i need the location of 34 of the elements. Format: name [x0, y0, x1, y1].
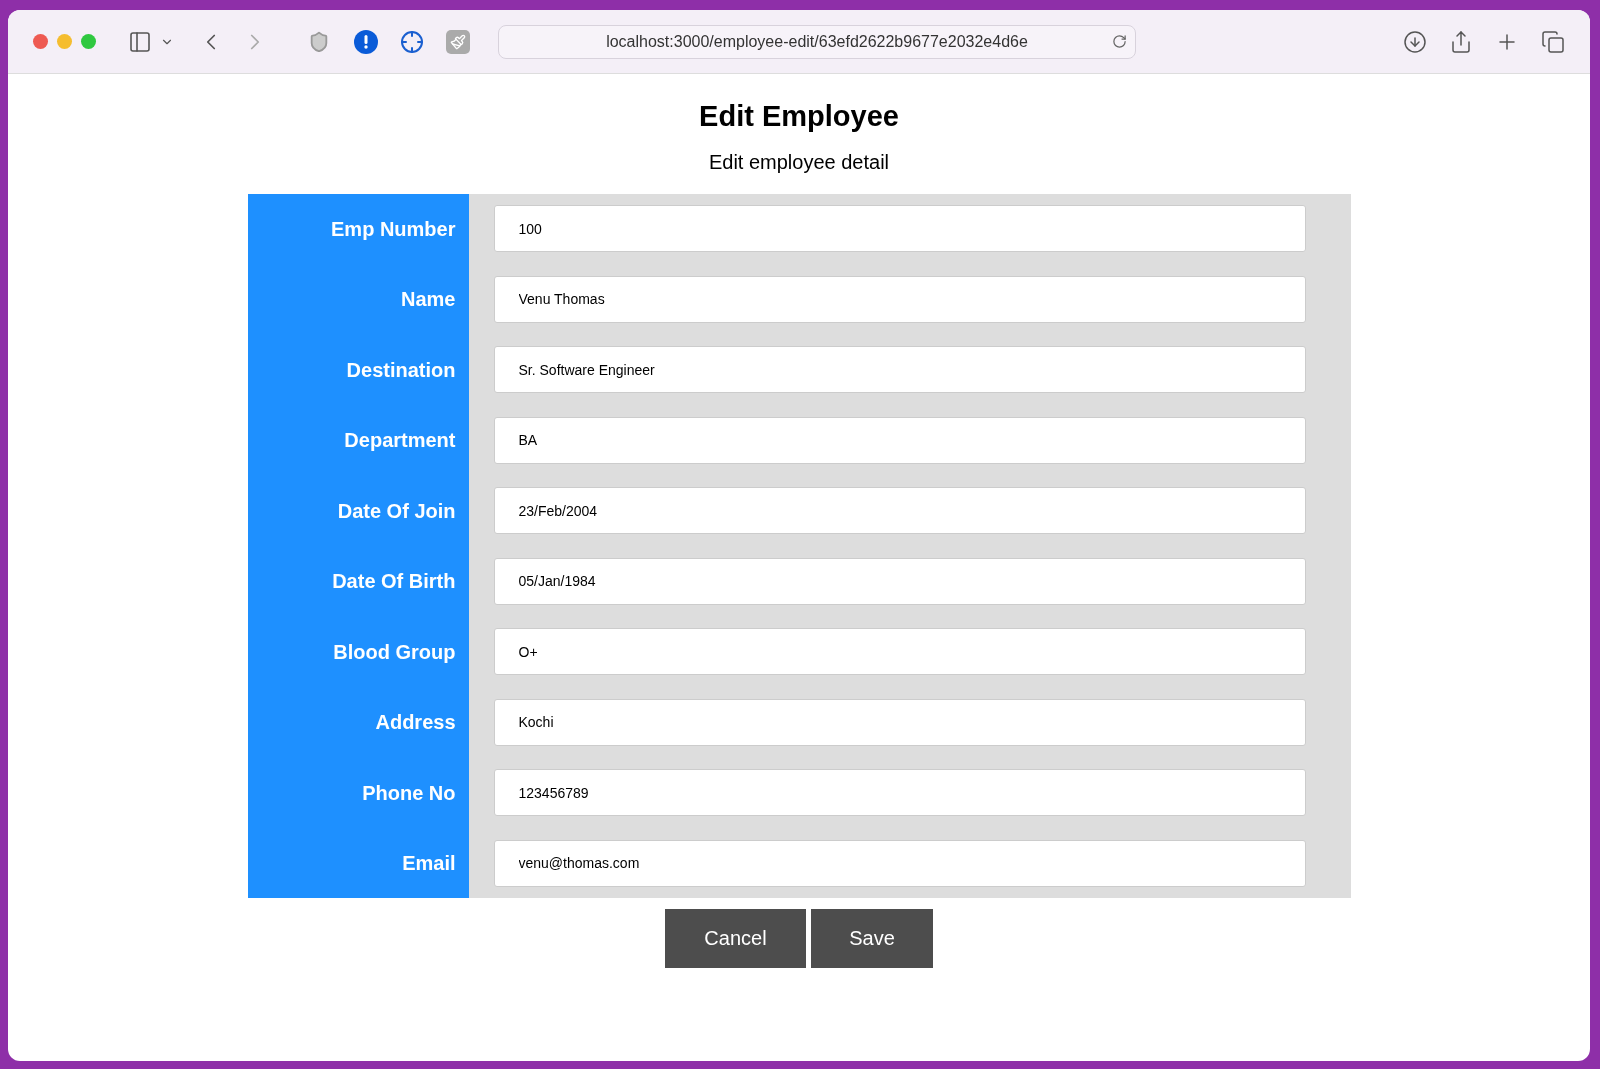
reload-icon[interactable] — [1112, 34, 1127, 49]
input-field[interactable]: 123456789 — [493, 769, 1306, 816]
page-subtitle: Edit employee detail — [708, 150, 890, 174]
page-title: Edit Employee — [699, 99, 899, 134]
input-field[interactable]: 100 — [493, 205, 1306, 252]
input-field[interactable]: Kochi — [493, 698, 1306, 746]
field-label: Destination — [346, 357, 456, 383]
crosshair-icon[interactable] — [400, 29, 424, 54]
input-field[interactable]: Sr. Software Engineer — [493, 346, 1306, 393]
input-field[interactable]: Venu Thomas — [493, 275, 1306, 323]
field-label: Email — [402, 851, 456, 876]
url-text: localhost:3000/employee-edit/63efd2622b9677e2032e4d6e — [606, 31, 1028, 52]
field-label: Date Of Birth — [332, 569, 456, 594]
save-button[interactable]: Save — [811, 908, 933, 968]
field-label: Date Of Join — [337, 498, 456, 524]
close-window-button[interactable] — [33, 34, 48, 49]
tabs-overview-icon[interactable] — [1541, 29, 1565, 54]
input-field[interactable]: 23/Feb/2004 — [493, 487, 1306, 534]
input-field[interactable]: O+ — [493, 628, 1306, 675]
field-label: Address — [375, 710, 456, 735]
field-label: Phone No — [362, 780, 456, 806]
field-label: Blood Group — [333, 639, 456, 665]
input-field[interactable]: venu@thomas.com — [493, 839, 1306, 887]
download-icon[interactable] — [1403, 29, 1427, 54]
field-label: Emp Number — [331, 216, 456, 242]
input-field[interactable]: 05/Jan/1984 — [493, 557, 1306, 605]
address-bar[interactable]: localhost:3000/employee-edit/63efd2622b9677e2032e4d6e — [498, 24, 1136, 59]
sidebar-icon[interactable] — [128, 29, 152, 54]
cancel-button[interactable]: Cancel — [665, 908, 806, 968]
share-icon[interactable] — [1449, 29, 1473, 54]
alert-icon[interactable] — [354, 29, 378, 54]
input-field[interactable]: BA — [493, 416, 1306, 464]
field-label: Name — [401, 287, 456, 312]
field-label: Department — [344, 428, 456, 453]
